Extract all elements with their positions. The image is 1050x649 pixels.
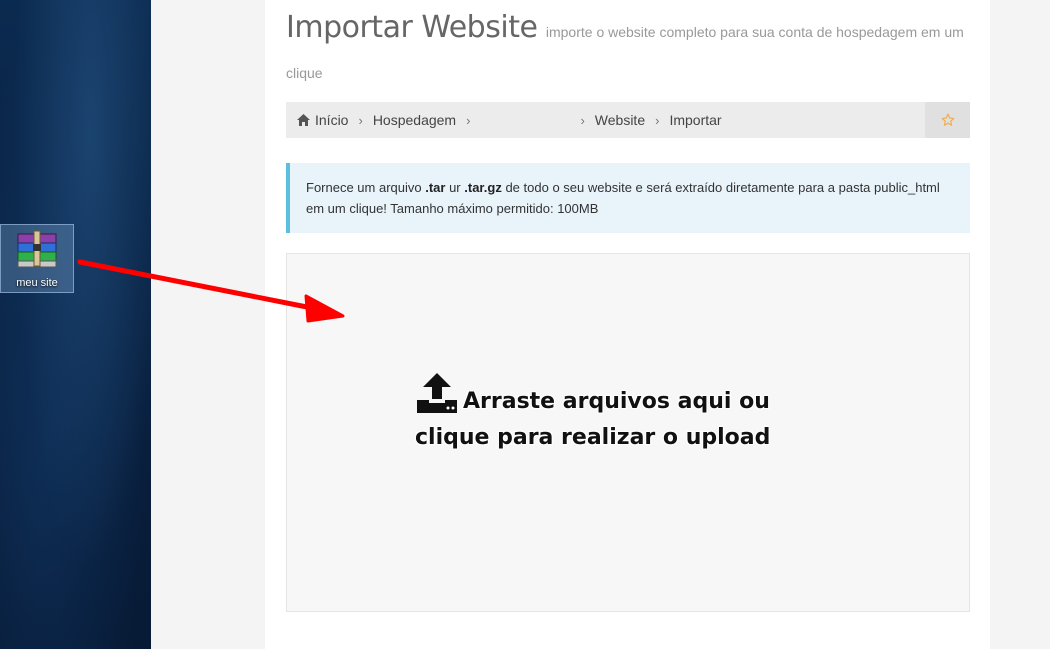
alert-text-2: ur <box>445 180 465 195</box>
rar-archive-icon <box>17 230 57 268</box>
page-heading: Importar Website importe o website compl… <box>286 8 966 94</box>
star-icon <box>941 113 954 126</box>
alert-ext-tar: .tar <box>425 180 446 195</box>
alert-text-1: Fornece um arquivo <box>306 180 426 195</box>
upload-icon <box>417 373 457 413</box>
breadcrumb-label-import: Importar <box>669 112 722 128</box>
breadcrumb: Início › Hospedagem › › Website › Import… <box>286 102 970 138</box>
breadcrumb-label-hosting: Hospedagem <box>372 112 457 128</box>
dropzone-label: Arraste arquivos aqui ou clique para rea… <box>415 389 771 450</box>
alert-ext-targz: .tar.gz <box>464 180 502 195</box>
dropzone-message: Arraste arquivos aqui ou clique para rea… <box>415 372 845 456</box>
page-title: Importar Website <box>286 10 538 45</box>
left-gutter <box>151 0 265 649</box>
desktop-file-meu-site[interactable]: meu site <box>0 224 74 293</box>
chevron-right-icon: › <box>655 112 660 128</box>
chevron-right-icon: › <box>580 112 585 128</box>
right-gutter <box>990 0 1050 649</box>
chevron-right-icon: › <box>358 112 363 128</box>
breadcrumb-label-website: Website <box>594 112 646 128</box>
desktop-file-label: meu site <box>16 277 58 289</box>
info-alert: Fornece um arquivo .tar ur .tar.gz de to… <box>286 163 970 233</box>
breadcrumb-item-import: Importar <box>669 112 721 128</box>
chevron-right-icon: › <box>466 112 471 128</box>
home-icon <box>297 114 310 126</box>
breadcrumb-item-home[interactable]: Início <box>286 112 348 128</box>
favorite-button[interactable] <box>925 102 970 138</box>
breadcrumb-item-hosting[interactable]: Hospedagem <box>373 112 456 128</box>
upload-dropzone[interactable]: Arraste arquivos aqui ou clique para rea… <box>286 253 970 612</box>
desktop-background: meu site <box>0 0 151 649</box>
breadcrumb-item-website[interactable]: Website <box>595 112 645 128</box>
breadcrumb-label-home: Início <box>315 112 349 128</box>
